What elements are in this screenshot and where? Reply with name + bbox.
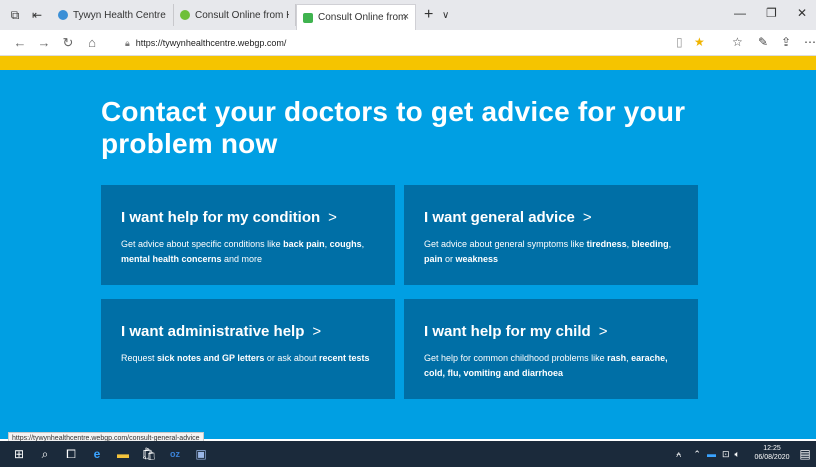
card-title: I want administrative help >	[121, 323, 321, 340]
browser-tab-bar: ⧉ ⇤ Tywyn Health Centre | Home Consult O…	[0, 0, 816, 30]
description-text: ,	[668, 239, 672, 249]
highlight-term: bleeding	[631, 239, 669, 249]
card-description: Get help for common childhood problems l…	[424, 351, 679, 381]
more-icon[interactable]: ⋯	[804, 35, 816, 49]
highlight-term: rash	[607, 353, 627, 363]
chevron-right-icon: >	[312, 323, 322, 340]
refresh-icon[interactable]: ↻	[56, 35, 80, 51]
task-view-icon[interactable]: ⧠	[58, 441, 84, 467]
clock-time: 12:25	[763, 445, 781, 452]
windows-taskbar: ⊞ ⌕ ⧠ e ▬ 🛍︎ oz ▣ ⍲ ⌃ ▬ ⊡ 🔈︎ 12:25 06/08…	[0, 441, 816, 467]
highlight-term: sick notes and GP letters	[157, 353, 265, 363]
page-main: Contact your doctors to get advice for y…	[0, 70, 816, 439]
card-administrative[interactable]: I want administrative help > Request sick…	[101, 299, 395, 399]
chevron-right-icon: >	[598, 323, 608, 340]
tab-close-icon[interactable]: ×	[403, 11, 409, 23]
set-aside-tabs-icon[interactable]: ⇤	[26, 4, 48, 26]
page-headline: Contact your doctors to get advice for y…	[101, 96, 686, 159]
favorites-hub-icon[interactable]: ☆	[732, 35, 743, 49]
volume-icon[interactable]: 🔈︎	[735, 449, 740, 460]
url-text: https://tywynhealthcentre.webgp.com/	[135, 38, 287, 48]
description-text: Get help for common childhood problems l…	[424, 353, 608, 363]
highlight-term: coughs	[329, 239, 362, 249]
forward-arrow-icon[interactable]: →	[32, 35, 56, 50]
card-description: Request sick notes and GP letters or ask…	[121, 351, 376, 366]
people-icon[interactable]: ⍲	[676, 449, 681, 460]
restore-icon[interactable]: ❐	[766, 6, 777, 20]
windows-start-icon[interactable]: ⊞	[6, 441, 32, 467]
description-text: Request	[121, 353, 158, 363]
card-general-advice[interactable]: I want general advice > Get advice about …	[404, 185, 698, 285]
card-condition[interactable]: I want help for my condition > Get advice…	[101, 185, 395, 285]
description-text: or	[442, 254, 456, 264]
tray-chevron-icon[interactable]: ⌃	[693, 449, 701, 460]
card-title-text: I want help for my child	[424, 323, 591, 340]
outlook-icon[interactable]: oz	[162, 441, 188, 467]
highlight-term: tiredness	[586, 239, 627, 249]
description-text: Get advice about specific conditions lik…	[121, 239, 284, 249]
close-window-icon[interactable]: ✕	[797, 6, 807, 20]
highlight-term: mental health concerns	[121, 254, 222, 264]
tab-title: Consult Online from Hc	[318, 12, 406, 23]
file-explorer-icon[interactable]: ▬	[110, 441, 136, 467]
card-child[interactable]: I want help for my child > Get help for c…	[404, 299, 698, 399]
app-icon[interactable]: ▣	[188, 441, 214, 467]
favorite-star-icon[interactable]: ★	[694, 35, 705, 49]
taskbar-clock[interactable]: 12:25 06/08/2020	[754, 444, 790, 462]
tab-title: Consult Online from Home	[195, 9, 289, 21]
battery-icon[interactable]: ▬	[707, 449, 716, 459]
back-arrow-icon[interactable]: ←	[8, 35, 32, 50]
highlight-term: recent tests	[318, 353, 370, 363]
tab-tywyn-home[interactable]: Tywyn Health Centre | Home	[52, 4, 174, 26]
share-icon[interactable]: ⇪	[781, 35, 791, 49]
clock-date: 06/08/2020	[754, 454, 790, 461]
tab-consult-online-active[interactable]: Consult Online from Hc ×	[296, 4, 416, 30]
card-title: I want help for my child >	[424, 323, 607, 340]
home-icon[interactable]: ⌂	[80, 35, 104, 50]
highlight-term: pain	[424, 254, 443, 264]
description-text: Get advice about general symptoms like	[424, 239, 587, 249]
card-title-text: I want general advice	[424, 209, 575, 226]
card-title: I want general advice >	[424, 209, 592, 226]
search-icon[interactable]: ⌕	[32, 441, 58, 467]
new-tab-button[interactable]: +	[424, 6, 442, 24]
card-title: I want help for my condition >	[121, 209, 337, 226]
chevron-right-icon: >	[582, 209, 592, 226]
minimize-icon[interactable]: —	[734, 6, 746, 20]
network-icon[interactable]: ⊡	[722, 449, 730, 460]
chevron-right-icon: >	[328, 209, 337, 226]
card-description: Get advice about specific conditions lik…	[121, 237, 376, 267]
highlight-term: weakness	[455, 254, 499, 264]
store-icon[interactable]: 🛍︎	[136, 441, 162, 467]
top-banner-stripe	[0, 56, 816, 70]
tab-consult-online-1[interactable]: Consult Online from Home	[174, 4, 296, 26]
tab-title: Tywyn Health Centre | Home	[73, 9, 167, 21]
description-text: and more	[221, 254, 263, 264]
description-text: or ask about	[264, 353, 319, 363]
tab-actions-icon[interactable]: ⧉	[4, 4, 26, 26]
edge-icon[interactable]: e	[84, 441, 110, 467]
card-title-text: I want help for my condition	[121, 209, 321, 226]
tab-list-chevron-icon[interactable]: ∨	[442, 10, 458, 21]
tab-favicon-icon	[58, 10, 68, 20]
card-title-text: I want administrative help	[121, 323, 305, 340]
system-tray: ⍲ ⌃ ▬ ⊡ 🔈︎	[676, 441, 740, 467]
description-text: ,	[361, 239, 365, 249]
address-bar[interactable]: 🔒︎ https://tywynhealthcentre.webgp.com/	[125, 34, 695, 52]
tab-favicon-icon	[180, 10, 190, 20]
tab-favicon-icon	[303, 12, 313, 23]
highlight-term: back pain	[283, 239, 325, 249]
notifications-icon[interactable]: ▤	[792, 441, 816, 467]
pen-icon[interactable]: ✎	[758, 35, 768, 49]
reading-view-icon[interactable]: ▯	[676, 35, 683, 49]
lock-icon: 🔒︎	[125, 37, 130, 48]
address-toolbar: ← → ↻ ⌂ 🔒︎ https://tywynhealthcentre.web…	[0, 30, 816, 56]
card-description: Get advice about general symptoms like t…	[424, 237, 679, 267]
